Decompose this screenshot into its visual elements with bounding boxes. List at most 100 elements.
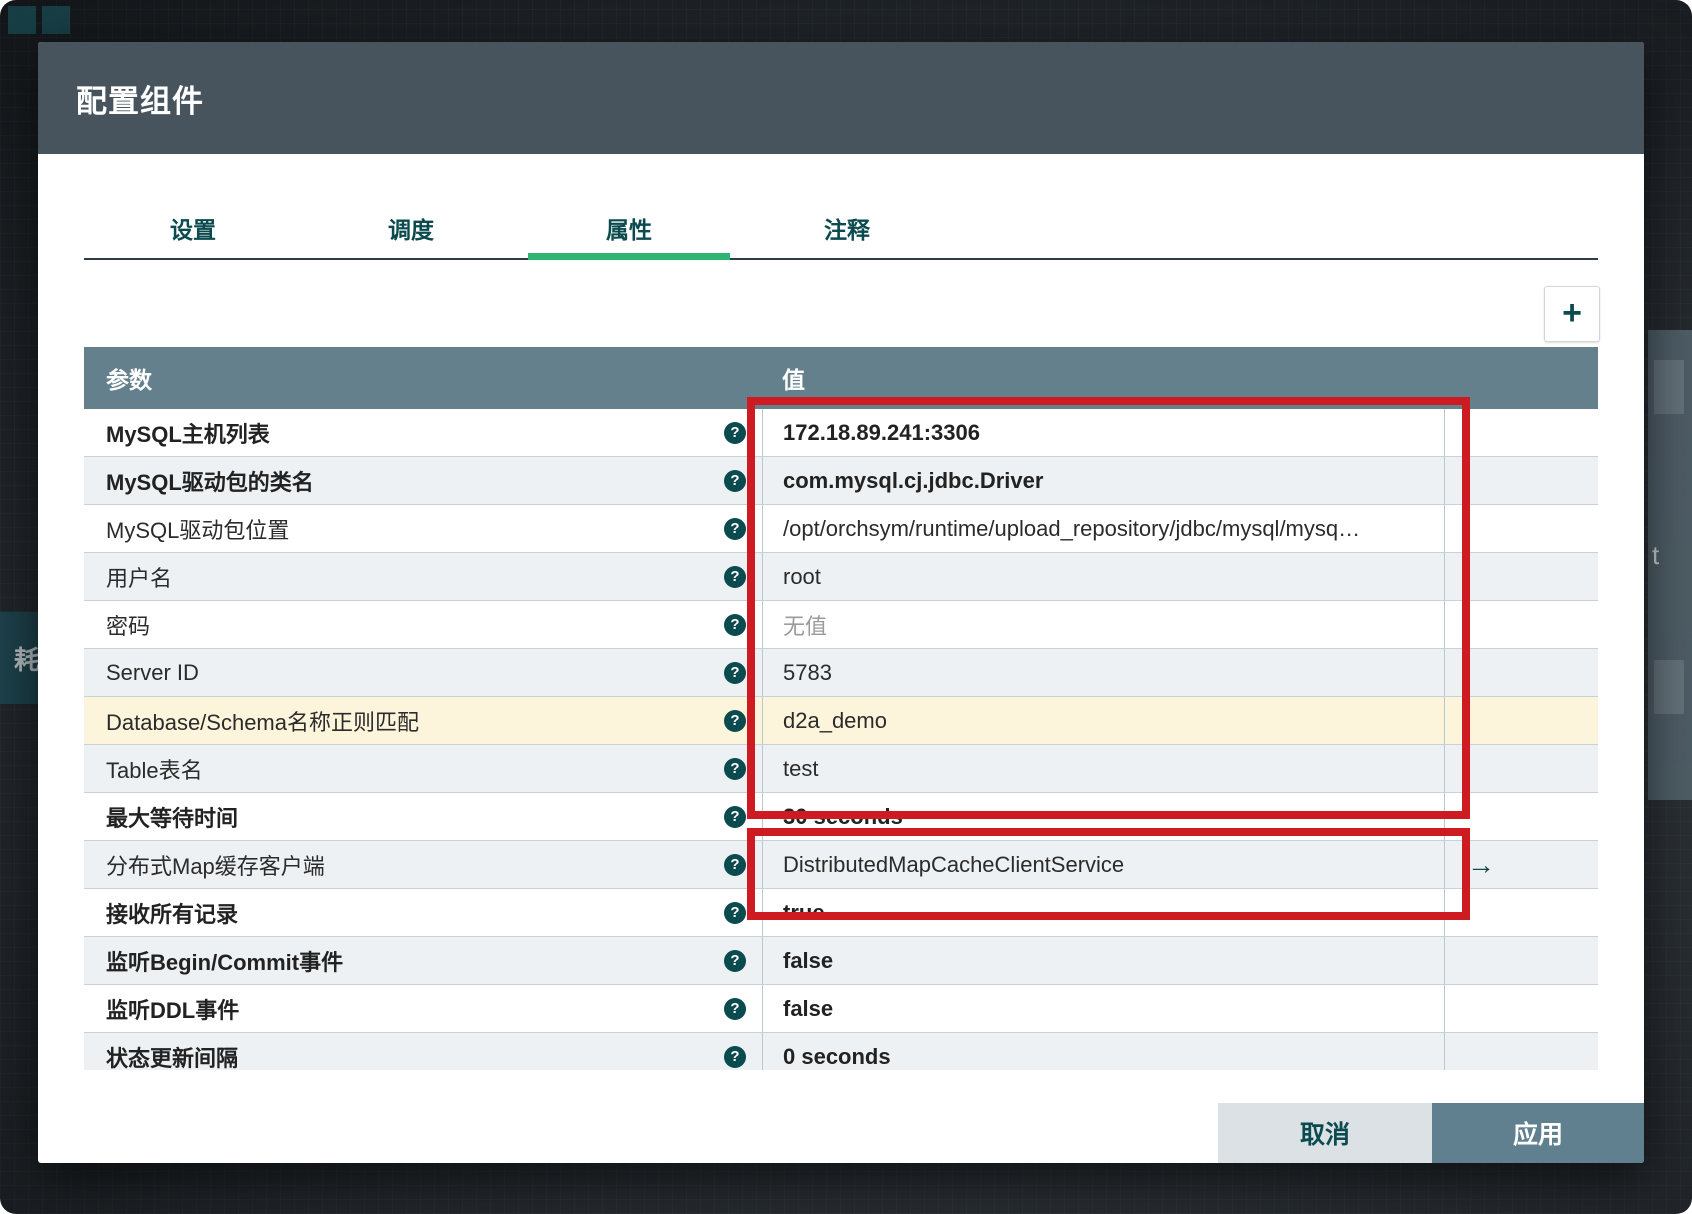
tab-comments-label: 注释: [824, 211, 870, 245]
property-actions-cell: [1444, 601, 1598, 648]
tab-comments[interactable]: 注释: [738, 200, 956, 256]
help-icon[interactable]: ?: [724, 1046, 746, 1068]
property-name-cell: 监听Begin/Commit事件 ?: [84, 937, 762, 984]
help-icon[interactable]: ?: [724, 710, 746, 732]
property-value-cell[interactable]: 172.18.89.241:3306: [762, 409, 1444, 456]
help-icon[interactable]: ?: [724, 950, 746, 972]
property-name-cell: 密码 ?: [84, 601, 762, 648]
canvas-component-fragment: t: [1652, 540, 1659, 571]
property-row[interactable]: 密码 ? 无值: [84, 601, 1598, 649]
canvas-component-fragment: [8, 6, 36, 34]
background-canvas: 耗 t 配置组件 设置 调度 属性 注释 +: [0, 0, 1692, 1214]
tab-properties[interactable]: 属性: [520, 200, 738, 256]
property-row[interactable]: 最大等待时间 ? 30 seconds: [84, 793, 1598, 841]
configure-component-dialog: 配置组件 设置 调度 属性 注释 + 参数 值: [38, 42, 1644, 1163]
help-icon[interactable]: ?: [724, 614, 746, 636]
help-icon[interactable]: ?: [724, 422, 746, 444]
property-row[interactable]: 接收所有记录 ? true: [84, 889, 1598, 937]
property-value-cell[interactable]: true: [762, 889, 1444, 936]
help-icon[interactable]: ?: [724, 902, 746, 924]
tab-bar: 设置 调度 属性 注释: [84, 200, 1598, 260]
dialog-header: 配置组件: [38, 42, 1644, 154]
property-value: 30 seconds: [783, 804, 903, 830]
property-row[interactable]: MySQL驱动包位置 ? /opt/orchsym/runtime/upload…: [84, 505, 1598, 553]
property-actions-cell: [1444, 1033, 1598, 1070]
property-name-cell: Table表名 ?: [84, 745, 762, 792]
cancel-button-label: 取消: [1300, 1115, 1350, 1151]
tab-settings[interactable]: 设置: [84, 200, 302, 256]
property-name-label: MySQL驱动包的类名: [106, 465, 314, 497]
property-name-label: 监听Begin/Commit事件: [106, 945, 343, 977]
property-value-cell[interactable]: com.mysql.cj.jdbc.Driver: [762, 457, 1444, 504]
property-value-cell[interactable]: 0 seconds: [762, 1033, 1444, 1070]
property-name-label: 密码: [106, 609, 150, 641]
apply-button-label: 应用: [1513, 1115, 1563, 1151]
cancel-button[interactable]: 取消: [1218, 1103, 1432, 1163]
help-icon[interactable]: ?: [724, 758, 746, 780]
property-row[interactable]: MySQL驱动包的类名 ? com.mysql.cj.jdbc.Driver: [84, 457, 1598, 505]
property-name-cell: MySQL驱动包的类名 ?: [84, 457, 762, 504]
property-name-cell: 分布式Map缓存客户端 ?: [84, 841, 762, 888]
property-row[interactable]: Server ID ? 5783: [84, 649, 1598, 697]
property-value: root: [783, 564, 821, 590]
property-name-cell: 监听DDL事件 ?: [84, 985, 762, 1032]
property-value: 0 seconds: [783, 1044, 891, 1070]
property-name-label: MySQL主机列表: [106, 417, 270, 449]
property-value-cell[interactable]: false: [762, 937, 1444, 984]
property-row[interactable]: 监听DDL事件 ? false: [84, 985, 1598, 1033]
property-name-label: Table表名: [106, 753, 203, 785]
property-value-cell[interactable]: DistributedMapCacheClientService: [762, 841, 1444, 888]
property-value-cell[interactable]: test: [762, 745, 1444, 792]
property-value-cell[interactable]: d2a_demo: [762, 697, 1444, 744]
help-icon[interactable]: ?: [724, 518, 746, 540]
property-actions-cell: →: [1444, 841, 1598, 888]
property-row[interactable]: Table表名 ? test: [84, 745, 1598, 793]
property-actions-cell: [1444, 937, 1598, 984]
property-actions-cell: [1444, 985, 1598, 1032]
property-name-label: 用户名: [106, 561, 172, 593]
property-actions-cell: [1444, 553, 1598, 600]
tab-scheduling[interactable]: 调度: [302, 200, 520, 256]
help-icon[interactable]: ?: [724, 806, 746, 828]
property-actions-cell: [1444, 697, 1598, 744]
property-actions-cell: [1444, 409, 1598, 456]
properties-table: 参数 值 MySQL主机列表 ? 172.18.89.241:3306: [84, 347, 1598, 1070]
help-icon[interactable]: ?: [724, 998, 746, 1020]
property-value: DistributedMapCacheClientService: [783, 852, 1124, 878]
canvas-component-fragment: [42, 6, 70, 34]
property-value-cell[interactable]: 30 seconds: [762, 793, 1444, 840]
property-value-cell[interactable]: /opt/orchsym/runtime/upload_repository/j…: [762, 505, 1444, 552]
property-row[interactable]: 分布式Map缓存客户端 ? DistributedMapCacheClientS…: [84, 841, 1598, 889]
property-actions-cell: [1444, 889, 1598, 936]
property-name-cell: Server ID ?: [84, 649, 762, 696]
property-name-label: 分布式Map缓存客户端: [106, 849, 325, 881]
property-value: 无值: [783, 609, 827, 641]
property-name-cell: MySQL驱动包位置 ?: [84, 505, 762, 552]
goto-service-arrow-icon[interactable]: →: [1467, 851, 1495, 879]
property-row[interactable]: 状态更新间隔 ? 0 seconds: [84, 1033, 1598, 1070]
property-actions-cell: [1444, 745, 1598, 792]
property-row[interactable]: Database/Schema名称正则匹配 ? d2a_demo: [84, 697, 1598, 745]
property-row[interactable]: 用户名 ? root: [84, 553, 1598, 601]
help-icon[interactable]: ?: [724, 662, 746, 684]
property-value: false: [783, 996, 833, 1022]
help-icon[interactable]: ?: [724, 854, 746, 876]
property-value: com.mysql.cj.jdbc.Driver: [783, 468, 1043, 494]
help-icon[interactable]: ?: [724, 566, 746, 588]
add-property-button[interactable]: +: [1544, 286, 1600, 342]
property-value-cell[interactable]: false: [762, 985, 1444, 1032]
property-name-label: Server ID: [106, 660, 199, 686]
property-value-cell[interactable]: root: [762, 553, 1444, 600]
property-actions-cell: [1444, 505, 1598, 552]
tab-scheduling-label: 调度: [388, 211, 434, 245]
property-row[interactable]: 监听Begin/Commit事件 ? false: [84, 937, 1598, 985]
property-row[interactable]: MySQL主机列表 ? 172.18.89.241:3306: [84, 409, 1598, 457]
column-header-parameter: 参数: [84, 361, 762, 395]
help-icon[interactable]: ?: [724, 470, 746, 492]
property-value-cell[interactable]: 5783: [762, 649, 1444, 696]
table-body: MySQL主机列表 ? 172.18.89.241:3306 MySQL驱动包的…: [84, 409, 1598, 1070]
property-value: 172.18.89.241:3306: [783, 420, 980, 446]
property-value-cell[interactable]: 无值: [762, 601, 1444, 648]
apply-button[interactable]: 应用: [1432, 1103, 1644, 1163]
property-actions-cell: [1444, 649, 1598, 696]
